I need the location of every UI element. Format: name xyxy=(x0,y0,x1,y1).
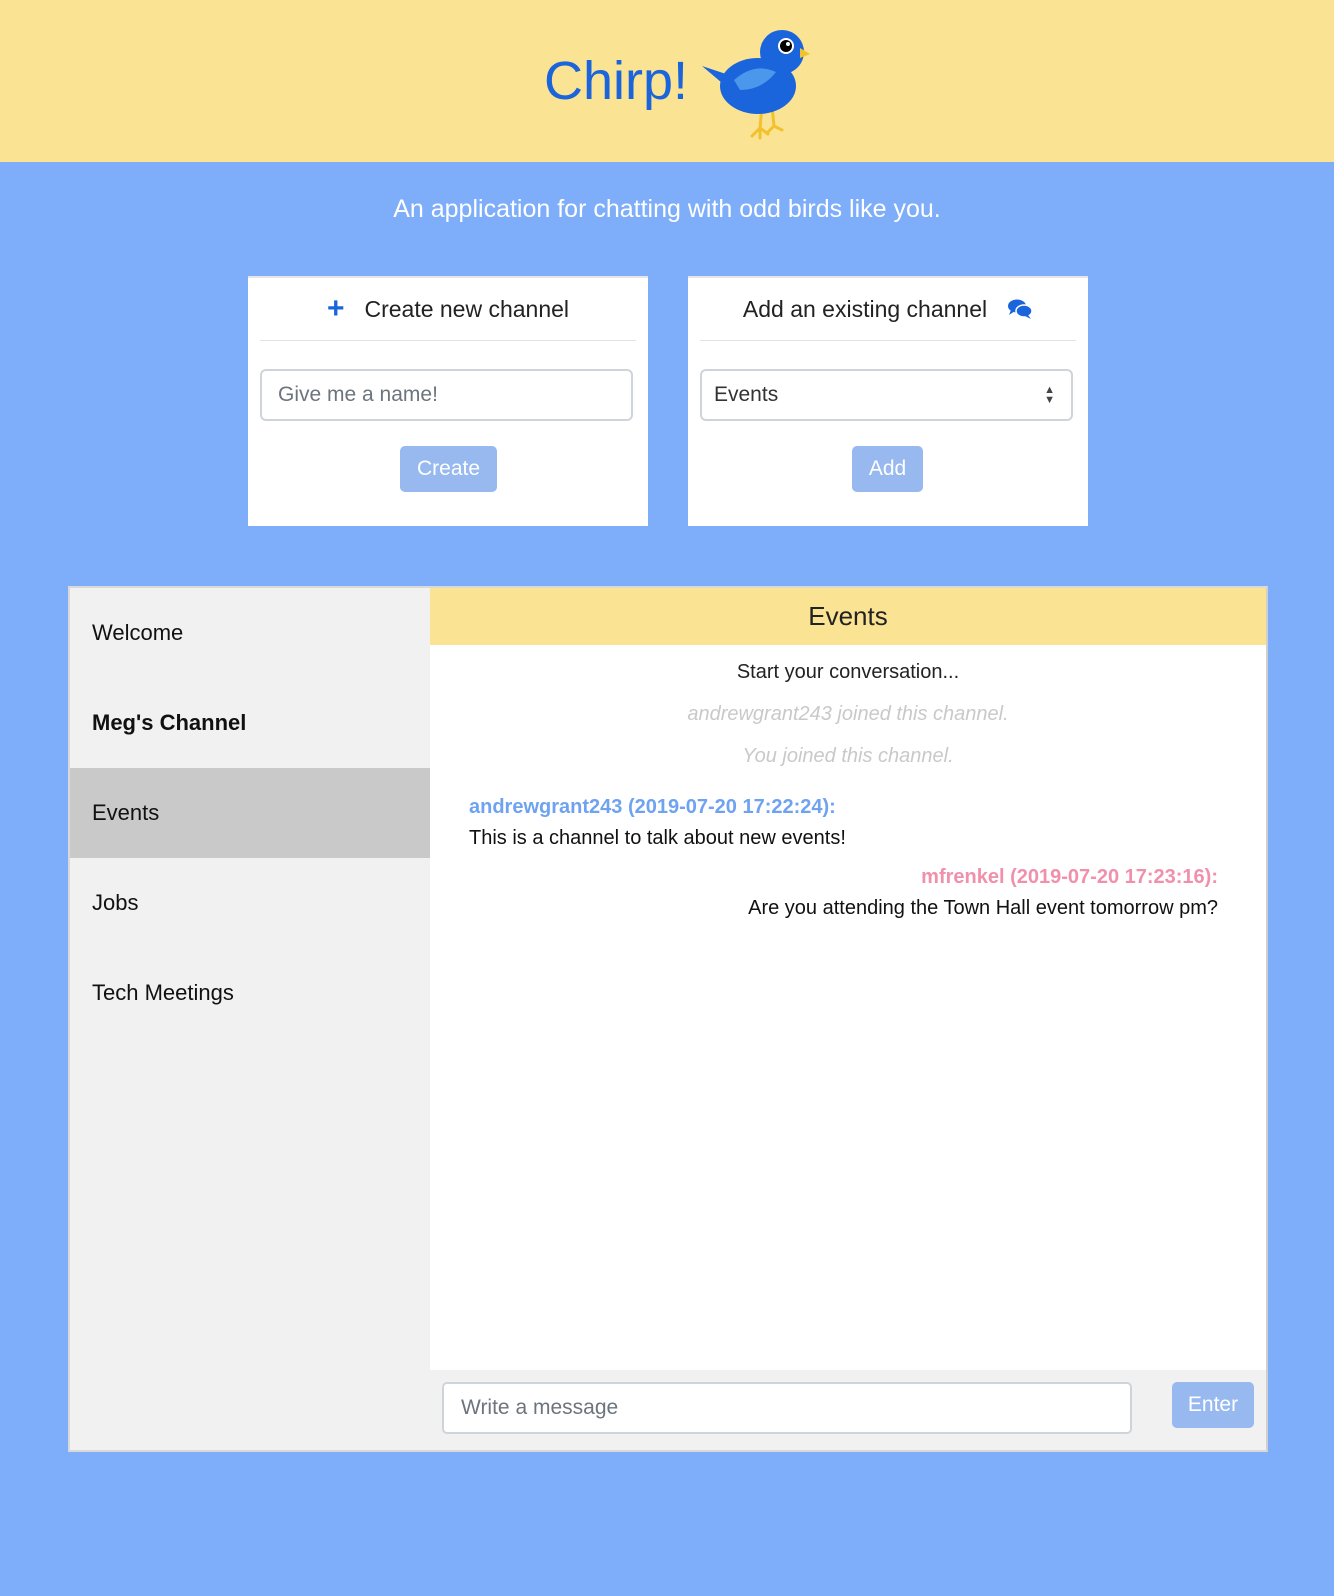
enter-button[interactable]: Enter xyxy=(1172,1382,1254,1428)
add-channel-card: Add an existing channel Events ▲ ▼ Add xyxy=(688,276,1088,526)
tagline: An application for chatting with odd bir… xyxy=(393,195,941,223)
message-author: mfrenkel (2019-07-20 17:23:16): xyxy=(921,866,1218,888)
sidebar-item-megs-channel[interactable]: Meg's Channel xyxy=(70,678,430,768)
create-channel-card: + Create new channel Create xyxy=(248,276,648,526)
plus-icon: + xyxy=(326,292,345,325)
sidebar-item-events[interactable]: Events xyxy=(70,768,430,858)
add-button[interactable]: Add xyxy=(852,446,923,492)
app-header: Chirp! xyxy=(0,0,1334,162)
sidebar-item-jobs[interactable]: Jobs xyxy=(70,858,430,948)
message-author: andrewgrant243 (2019-07-20 17:22:24): xyxy=(469,796,836,818)
create-button[interactable]: Create xyxy=(400,446,497,492)
sidebar-item-tech-meetings[interactable]: Tech Meetings xyxy=(70,948,430,1038)
message: mfrenkel (2019-07-20 17:23:16): Are you … xyxy=(430,866,1266,920)
message-input[interactable] xyxy=(442,1382,1132,1434)
message-body: This is a channel to talk about new even… xyxy=(469,827,846,849)
channel-name-input[interactable] xyxy=(260,369,633,421)
compose-bar: Enter xyxy=(430,1370,1266,1450)
channel-select[interactable]: Events ▲ ▼ xyxy=(700,369,1073,421)
message: andrewgrant243 (2019-07-20 17:22:24): Th… xyxy=(430,796,1266,850)
add-channel-header: Add an existing channel xyxy=(700,278,1076,341)
channel-main: Events Start your conversation... andrew… xyxy=(430,588,1266,1450)
add-channel-title: Add an existing channel xyxy=(742,295,988,322)
chat-panel: Welcome Meg's Channel Events Jobs Tech M… xyxy=(68,586,1268,1452)
select-arrows-icon: ▲ ▼ xyxy=(1044,384,1055,406)
create-channel-title: Create new channel xyxy=(364,295,570,322)
message-body: Are you attending the Town Hall event to… xyxy=(748,897,1218,919)
channel-select-value: Events xyxy=(714,383,779,406)
comments-icon xyxy=(1008,299,1033,319)
bird-logo-icon xyxy=(702,29,811,139)
channel-sidebar: Welcome Meg's Channel Events Jobs Tech M… xyxy=(70,588,430,1450)
start-conversation-text: Start your conversation... xyxy=(736,661,960,683)
channel-title: Events xyxy=(430,588,1266,645)
sidebar-item-welcome[interactable]: Welcome xyxy=(70,588,430,678)
join-notice: You joined this channel. xyxy=(742,745,954,767)
create-channel-header: + Create new channel xyxy=(260,278,636,341)
app-title: Chirp! xyxy=(543,51,689,111)
join-notice: andrewgrant243 joined this channel. xyxy=(687,703,1009,725)
